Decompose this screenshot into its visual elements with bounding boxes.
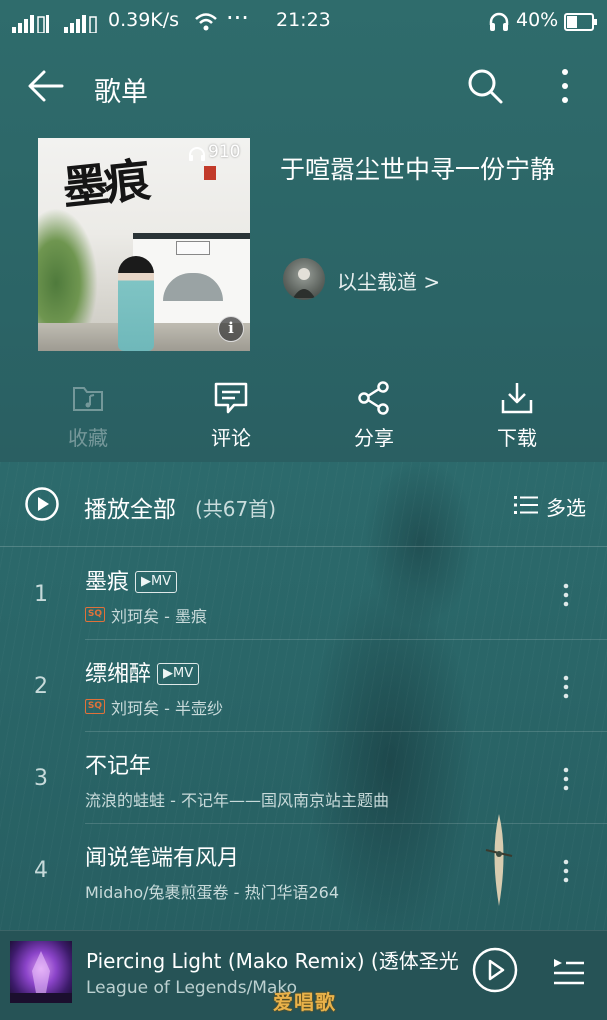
- song-title-text: 墨痕: [85, 570, 130, 595]
- download-button[interactable]: 下载: [472, 380, 562, 451]
- download-icon: [501, 383, 533, 414]
- canoe-decoration: [485, 814, 513, 906]
- comment-button[interactable]: 评论: [186, 380, 276, 451]
- search-icon[interactable]: [466, 67, 504, 105]
- info-icon[interactable]: i: [218, 316, 244, 342]
- avatar-figure-icon: [293, 268, 315, 298]
- song-index: 2: [34, 674, 48, 699]
- watermark: 爱唱歌: [273, 990, 336, 1014]
- play-all-icon[interactable]: [24, 486, 60, 522]
- sq-badge: SQ: [85, 699, 105, 714]
- song-title: 缥缃醉 ▶MV: [85, 656, 200, 688]
- more-options-icon[interactable]: [552, 66, 578, 106]
- song-index: 1: [34, 582, 48, 607]
- song-title: 不记年: [85, 754, 152, 779]
- network-speed: 0.39K/s: [108, 9, 180, 31]
- signal-icon: [12, 15, 49, 33]
- song-title: 闻说笔端有风月: [85, 846, 240, 871]
- page-title: 歌单: [94, 77, 148, 108]
- favorite-label: 收藏: [68, 426, 108, 450]
- play-button-icon[interactable]: [472, 947, 518, 993]
- song-subtitle: 刘珂矣 - 墨痕: [111, 607, 207, 626]
- song-row[interactable]: 2 缥缃醉 ▶MV SQ 刘珂矣 - 半壶纱: [0, 640, 607, 732]
- multiselect-label[interactable]: 多选: [546, 492, 586, 521]
- share-icon: [358, 381, 389, 415]
- list-select-icon[interactable]: [514, 495, 538, 515]
- cover-calligraphy: 墨痕: [59, 152, 149, 216]
- playlist-title: 于喧嚣尘世中寻一份宁静: [280, 155, 556, 184]
- divider: [0, 546, 607, 547]
- mv-badge[interactable]: ▶MV: [157, 663, 200, 685]
- song-more-icon[interactable]: [560, 766, 572, 792]
- song-index: 4: [34, 858, 48, 883]
- playlist-cover[interactable]: 墨痕 910 i: [38, 138, 250, 351]
- battery-percent: 40%: [516, 9, 559, 31]
- headphone-icon: [489, 12, 509, 31]
- song-title-text: 缥缃醉: [85, 662, 152, 687]
- back-arrow-icon[interactable]: [26, 68, 66, 104]
- play-count-headphone-icon: [189, 147, 205, 161]
- mv-badge[interactable]: ▶MV: [135, 571, 178, 593]
- wifi-icon: [195, 13, 217, 31]
- now-playing-title: Piercing Light (Mako Remix) (透体圣光: [86, 949, 458, 973]
- cover-seal: [204, 166, 216, 180]
- song-subtitle: 刘珂矣 - 半壶纱: [111, 699, 223, 718]
- song-row[interactable]: 4 闻说笔端有风月 Midaho/兔裹煎蛋卷 - 热门华语264: [0, 824, 607, 916]
- cover-sign: [176, 241, 210, 255]
- song-more-icon[interactable]: [560, 858, 572, 884]
- favorite-button[interactable]: 收藏: [43, 380, 133, 451]
- song-count: (共67首): [195, 497, 277, 521]
- status-dots: ···: [226, 4, 249, 32]
- song-row[interactable]: 3 不记年 流浪的蛙蛙 - 不记年——国风南京站主题曲: [0, 732, 607, 824]
- status-bar: 0.39K/s ··· 21:23 40%: [0, 0, 607, 44]
- song-subtitle: 流浪的蛙蛙 - 不记年——国风南京站主题曲: [85, 791, 389, 810]
- comment-label: 评论: [211, 426, 251, 450]
- song-row[interactable]: 1 墨痕 ▶MV SQ 刘珂矣 - 墨痕: [0, 548, 607, 640]
- creator-name[interactable]: 以尘载道 >: [337, 266, 440, 295]
- creator-avatar[interactable]: [283, 258, 325, 300]
- cover-figure: [118, 256, 154, 351]
- share-label: 分享: [354, 426, 394, 450]
- battery-icon: [564, 13, 597, 31]
- signal-2-icon: [64, 15, 97, 33]
- artwork-figure-icon: [10, 951, 72, 1003]
- folder-music-icon: [73, 387, 103, 411]
- play-count: 910: [208, 142, 241, 162]
- song-more-icon[interactable]: [560, 582, 572, 608]
- song-subtitle: Midaho/兔裹煎蛋卷 - 热门华语264: [85, 883, 340, 902]
- play-all-label[interactable]: 播放全部: [84, 490, 176, 524]
- song-more-icon[interactable]: [560, 674, 572, 700]
- now-playing-artwork[interactable]: [10, 941, 72, 1003]
- share-button[interactable]: 分享: [329, 380, 419, 451]
- song-title: 墨痕 ▶MV: [85, 564, 178, 596]
- sq-badge: SQ: [85, 607, 105, 622]
- clock: 21:23: [276, 9, 331, 31]
- song-index: 3: [34, 766, 48, 791]
- now-playing-artist: League of Legends/Mako: [86, 978, 298, 998]
- comment-icon: [214, 382, 248, 414]
- playlist-queue-icon[interactable]: [552, 955, 586, 987]
- download-label: 下载: [497, 426, 537, 450]
